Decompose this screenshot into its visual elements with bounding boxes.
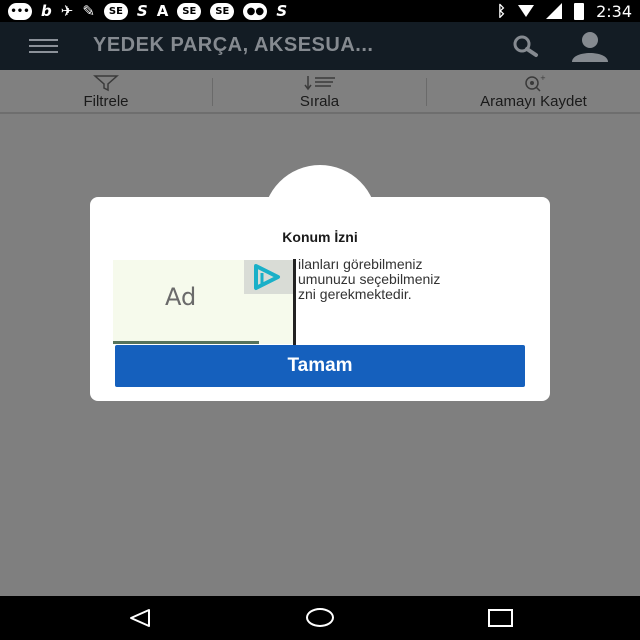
filter-label: Filtrele: [83, 93, 129, 110]
dialog-message-line: umunuzu seçebilmeniz: [298, 271, 441, 287]
notification-icons: ••• b ✈ ✎ SE S A SE SE ●● S: [8, 1, 497, 20]
sort-button[interactable]: Sırala: [213, 70, 426, 114]
ad-divider: [113, 341, 259, 344]
s-icon: S: [276, 1, 288, 20]
app-bar: YEDEK PARÇA, AKSESUA...: [0, 22, 640, 70]
dialog-message-line: ilanları görebilmeniz: [298, 257, 423, 272]
funnel-icon: [93, 75, 119, 92]
ad-choices-icon[interactable]: [244, 260, 295, 294]
search-icon[interactable]: [506, 34, 546, 58]
ad-label: Ad: [165, 283, 197, 311]
se-icon: SE: [103, 2, 128, 20]
navigation-bar: [0, 596, 640, 640]
a-icon: A: [156, 1, 169, 20]
bluetooth-icon: ᛒ: [497, 1, 507, 20]
b-icon: b: [41, 1, 52, 20]
s-icon: S: [136, 1, 148, 20]
back-icon[interactable]: [127, 608, 153, 628]
se-icon: SE: [177, 2, 202, 20]
wifi-icon: [518, 5, 535, 17]
battery-icon: [574, 2, 585, 20]
dialog-message-line: zni gerekmektedir.: [298, 286, 412, 302]
save-search-icon: +: [524, 74, 546, 92]
svg-text:+: +: [540, 74, 546, 82]
status-bar: ••• b ✈ ✎ SE S A SE SE ●● S ᛒ 2:34: [0, 0, 640, 22]
action-row: Filtrele Sırala + Aramayı Kaydet: [0, 70, 640, 114]
ad-banner[interactable]: Ad: [113, 260, 295, 344]
signal-icon: [546, 3, 563, 19]
ok-button[interactable]: Tamam: [115, 345, 525, 387]
save-search-button[interactable]: + Aramayı Kaydet: [427, 70, 640, 114]
sort-icon: [303, 76, 335, 91]
home-icon[interactable]: [306, 608, 334, 627]
page-title: YEDEK PARÇA, AKSESUA...: [93, 34, 374, 56]
filter-button[interactable]: Filtrele: [0, 70, 212, 114]
bird-icon: ✈: [60, 1, 74, 20]
chat-icon: •••: [8, 2, 32, 20]
dialog-title: Konum İzni: [282, 229, 358, 245]
clock: 2:34: [596, 1, 632, 21]
wrench-icon: ✎: [82, 1, 95, 20]
save-search-label: Aramayı Kaydet: [480, 93, 587, 110]
game-icon: ●●: [243, 2, 268, 20]
sort-label: Sırala: [299, 93, 340, 110]
se-icon: SE: [210, 2, 235, 20]
dialog-message: ilanları görebilmeniz umunuzu seçebilmen…: [298, 257, 528, 302]
user-icon[interactable]: [568, 30, 612, 62]
menu-icon[interactable]: [29, 39, 58, 53]
ad-edge: [293, 259, 296, 345]
recent-apps-icon[interactable]: [488, 609, 513, 627]
